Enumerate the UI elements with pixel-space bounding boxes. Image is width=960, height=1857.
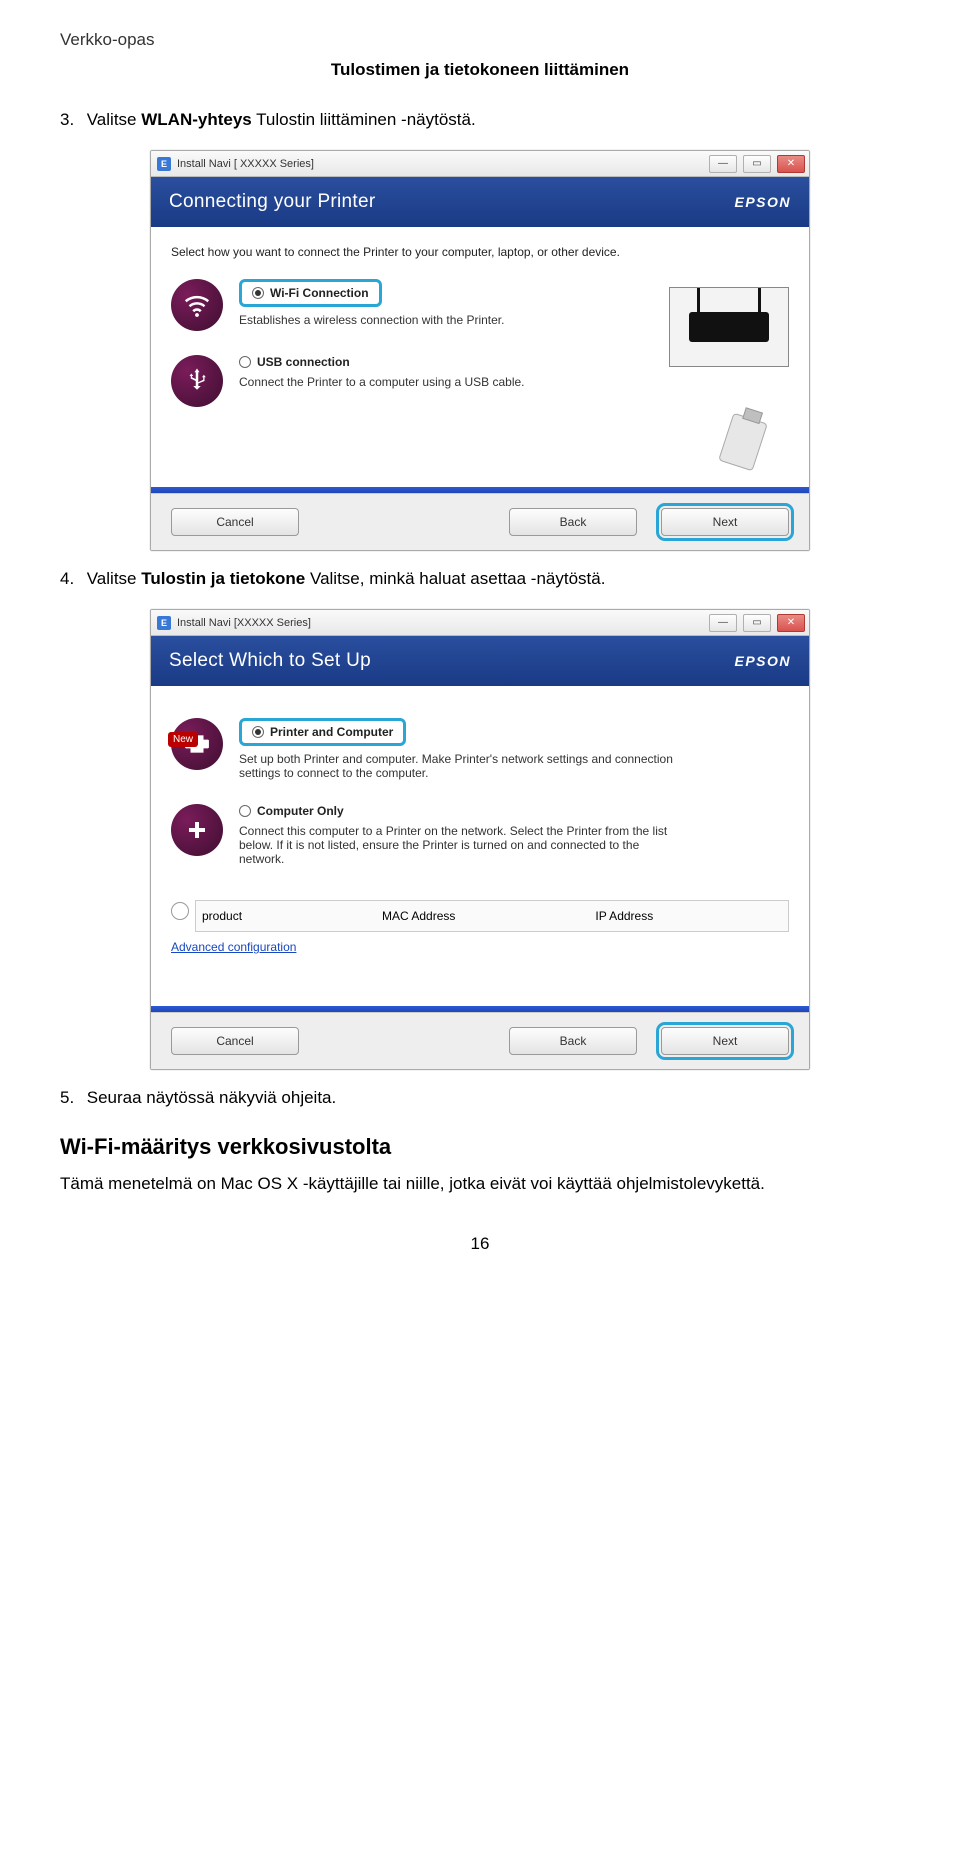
brand-logo: EPSON [734,653,791,669]
printer-computer-icon: New [171,718,223,770]
step-4: 4. Valitse Tulostin ja tietokone Valitse… [60,569,900,589]
computer-only-radio[interactable]: Computer Only [239,804,789,818]
next-button[interactable]: Next [661,1027,789,1055]
close-button[interactable]: ✕ [777,614,805,632]
brand-logo: EPSON [734,194,791,210]
document-page: Verkko-opas Tulostimen ja tietokoneen li… [0,0,960,1294]
doc-header-center: Tulostimen ja tietokoneen liittäminen [60,60,900,80]
banner-title: Select Which to Set Up [169,650,371,672]
wizard-connecting-printer: E Install Navi [ XXXXX Series] — ▭ ✕ Con… [150,150,810,551]
usb-illustration [705,417,785,477]
next-button[interactable]: Next [661,508,789,536]
printer-computer-desc: Set up both Printer and computer. Make P… [239,752,679,780]
th-product: product [202,909,242,923]
printer-list-area: product MAC Address IP Address [171,890,789,932]
maximize-button[interactable]: ▭ [743,155,771,173]
section-paragraph: Tämä menetelmä on Mac OS X -käyttäjille … [60,1174,900,1194]
usb-desc: Connect the Printer to a computer using … [239,375,679,389]
back-button[interactable]: Back [509,508,637,536]
radio-icon [252,287,264,299]
minimize-button[interactable]: — [709,155,737,173]
banner-title: Connecting your Printer [169,191,376,213]
wizard-select-setup: E Install Navi [XXXXX Series] — ▭ ✕ Sele… [150,609,810,1070]
maximize-button[interactable]: ▭ [743,614,771,632]
cancel-button[interactable]: Cancel [171,1027,299,1055]
radio-icon [239,805,251,817]
radio-icon [252,726,264,738]
usb-radio-label: USB connection [257,355,350,369]
router-illustration [669,287,789,367]
back-button[interactable]: Back [509,1027,637,1055]
wizard-footer: Cancel Back Next [151,1012,809,1069]
close-button[interactable]: ✕ [777,155,805,173]
wifi-icon [171,279,223,331]
cancel-button[interactable]: Cancel [171,508,299,536]
option-printer-and-computer[interactable]: New Printer and Computer Set up both Pri… [171,718,789,780]
banner: Connecting your Printer EPSON [151,177,809,227]
refresh-icon[interactable] [171,902,189,920]
step-3: 3. Valitse WLAN-yhteys Tulostin liittämi… [60,110,900,130]
wifi-radio-highlight[interactable]: Wi-Fi Connection [239,279,382,307]
usb-icon [171,355,223,407]
banner: Select Which to Set Up EPSON [151,636,809,686]
new-badge: New [168,732,198,747]
app-icon: E [157,157,171,171]
computer-only-radio-label: Computer Only [257,804,344,818]
computer-only-icon [171,804,223,856]
printer-computer-radio-label: Printer and Computer [270,725,393,739]
window-title: Install Navi [ XXXXX Series] [177,158,314,170]
th-ip: IP Address [595,909,653,923]
intro-text: Select how you want to connect the Print… [171,245,789,259]
computer-only-desc: Connect this computer to a Printer on th… [239,824,679,866]
radio-icon [239,356,251,368]
minimize-button[interactable]: — [709,614,737,632]
titlebar: E Install Navi [XXXXX Series] — ▭ ✕ [151,610,809,636]
printer-computer-radio-highlight[interactable]: Printer and Computer [239,718,406,746]
wizard-body: Select how you want to connect the Print… [151,227,809,487]
doc-header-left: Verkko-opas [60,30,900,50]
wifi-radio-label: Wi-Fi Connection [270,286,369,300]
advanced-config-link[interactable]: Advanced configuration [171,940,296,954]
option-computer-only[interactable]: Computer Only Connect this computer to a… [171,804,789,866]
titlebar: E Install Navi [ XXXXX Series] — ▭ ✕ [151,151,809,177]
app-icon: E [157,616,171,630]
page-number: 16 [60,1234,900,1254]
step-5: 5. Seuraa näytössä näkyviä ohjeita. [60,1088,900,1108]
wifi-desc: Establishes a wireless connection with t… [239,313,679,327]
table-headers: product MAC Address IP Address [195,900,789,932]
wizard-footer: Cancel Back Next [151,493,809,550]
th-mac: MAC Address [382,909,455,923]
wizard-body: New Printer and Computer Set up both Pri… [151,686,809,1006]
window-title: Install Navi [XXXXX Series] [177,617,311,629]
section-heading: Wi-Fi-määritys verkkosivustolta [60,1134,900,1160]
